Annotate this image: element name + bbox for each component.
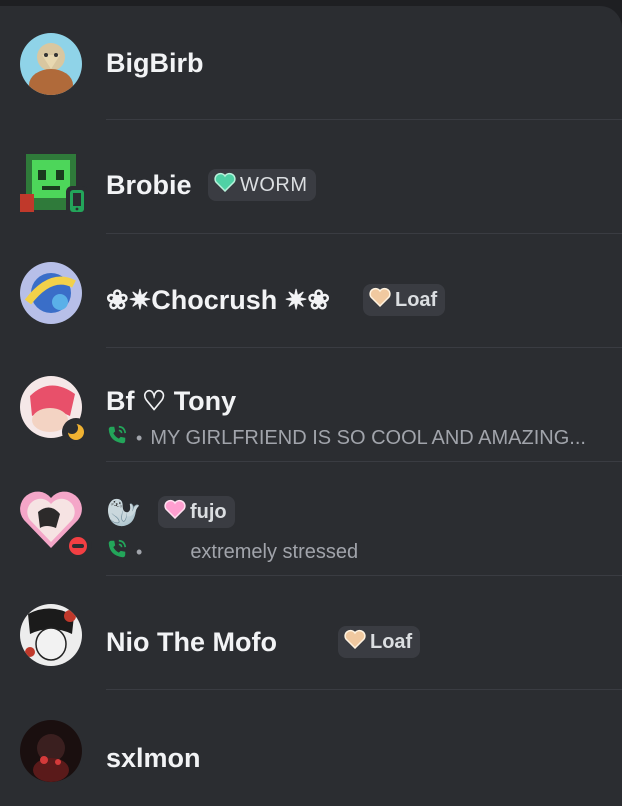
friend-name: Brobie — [106, 170, 192, 200]
friend-name: Nio The Mofo — [106, 627, 277, 657]
heart-icon — [369, 287, 391, 313]
friend-row-sxlmon[interactable]: sxlmon — [0, 690, 622, 804]
voice-call-icon — [106, 424, 128, 452]
friend-row-bf-tony[interactable]: Bf ♡ Tony • MY GIRLFRIEND IS SO COOL AND… — [0, 348, 622, 462]
friend-name: BigBirb — [106, 48, 204, 78]
friend-row-nio[interactable]: Nio The Mofo Loaf — [0, 576, 622, 690]
friend-row-seal[interactable]: 🦭 fujo • extremely stressed — [0, 462, 622, 576]
avatar — [20, 33, 84, 97]
friend-name: Bf ♡ Tony — [106, 386, 237, 416]
server-tag-label: Loaf — [395, 288, 438, 311]
server-tag[interactable]: WORM — [208, 169, 316, 201]
server-tag[interactable]: Loaf — [338, 626, 421, 658]
separator-dot: • — [136, 427, 143, 448]
dnd-status-icon — [64, 532, 92, 560]
friend-name: ❀✷Chocrush ✷❀ — [106, 285, 331, 315]
activity-line: • extremely stressed — [106, 538, 358, 566]
idle-status-icon — [62, 418, 90, 446]
custom-status: MY GIRLFRIEND IS SO COOL AND AMAZING... — [150, 426, 586, 449]
avatar — [20, 262, 84, 326]
avatar — [20, 720, 84, 784]
friend-row-chocrush[interactable]: ❀✷Chocrush ✷❀ Loaf — [0, 234, 622, 348]
activity-line: • MY GIRLFRIEND IS SO COOL AND AMAZING..… — [106, 424, 586, 452]
friends-list: BigBirb Brobie WORM ❀✷Chocrush ✷❀ Loaf B… — [0, 6, 622, 806]
mobile-status-icon — [66, 186, 88, 216]
heart-icon — [164, 499, 186, 525]
heart-icon — [214, 172, 236, 198]
server-tag[interactable]: fujo — [158, 496, 235, 528]
separator-dot: • — [136, 541, 143, 562]
custom-status: extremely stressed — [190, 540, 359, 563]
avatar — [20, 604, 84, 668]
friend-row-bigbirb[interactable]: BigBirb — [0, 6, 622, 120]
friend-name: 🦭 — [106, 497, 141, 528]
voice-call-icon — [106, 538, 128, 566]
heart-icon — [344, 629, 366, 655]
avatar — [20, 376, 90, 446]
server-tag-label: WORM — [240, 173, 308, 196]
server-tag[interactable]: Loaf — [363, 284, 446, 316]
friend-row-brobie[interactable]: Brobie WORM — [0, 120, 622, 234]
server-tag-label: fujo — [190, 500, 227, 523]
avatar — [20, 150, 88, 216]
friend-name: sxlmon — [106, 743, 201, 773]
server-tag-label: Loaf — [370, 630, 413, 653]
avatar — [20, 490, 92, 560]
